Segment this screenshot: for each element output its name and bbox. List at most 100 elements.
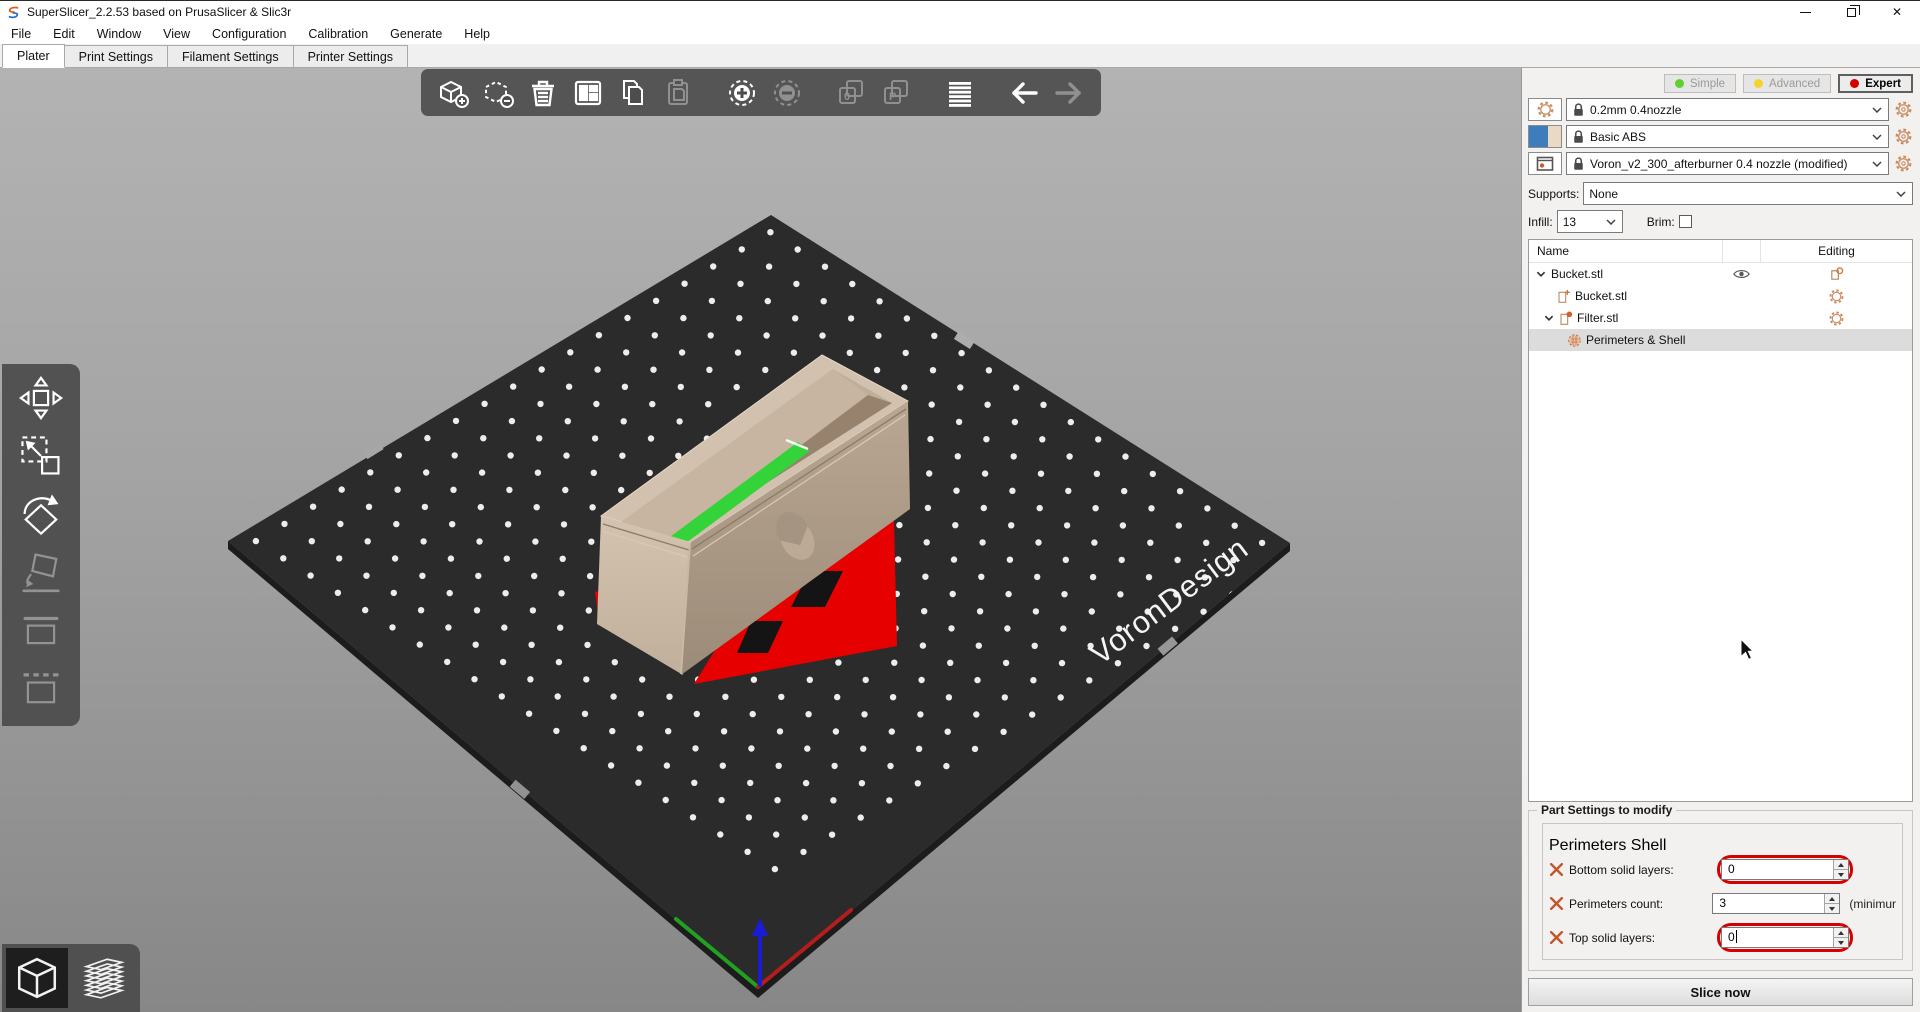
- spin-down-button[interactable]: [1834, 869, 1848, 879]
- remove-object-button[interactable]: [478, 73, 518, 113]
- slice-now-button[interactable]: Slice now: [1528, 978, 1913, 1006]
- collapse-chevron-icon[interactable]: [1535, 268, 1547, 280]
- object-row-bucket[interactable]: Bucket.stl: [1529, 263, 1912, 285]
- perimeters-count-input[interactable]: 3: [1712, 893, 1840, 914]
- delete-all-icon: [532, 82, 554, 105]
- edit-filament-preset-button[interactable]: [1893, 125, 1913, 148]
- move-tool-button[interactable]: [10, 370, 72, 426]
- supports-row: Supports: None: [1528, 182, 1913, 205]
- cut-tool-button[interactable]: [10, 602, 72, 658]
- cut-tool-icon: [24, 617, 59, 643]
- redo-button[interactable]: [1049, 73, 1089, 113]
- infill-select[interactable]: 13: [1557, 210, 1623, 233]
- split-to-objects-button[interactable]: 0: [831, 73, 871, 113]
- superslicer-window: SuperSlicer_2.2.53 based on PrusaSlicer …: [0, 0, 1920, 1012]
- undo-button[interactable]: [1004, 73, 1044, 113]
- split-to-parts-icon: P: [885, 81, 907, 103]
- 3d-view-icon: [19, 959, 55, 997]
- settings-category-row[interactable]: Perimeters & Shell: [1529, 329, 1912, 351]
- restore-button[interactable]: [1828, 1, 1874, 23]
- brim-checkbox[interactable]: [1679, 215, 1692, 228]
- variable-layer-height-icon: [949, 82, 971, 107]
- remove-instance-button[interactable]: [767, 73, 807, 113]
- mode-expert-button[interactable]: Expert: [1838, 74, 1913, 93]
- mode-advanced-button[interactable]: Advanced: [1743, 74, 1831, 93]
- edit-print-preset-button[interactable]: [1893, 98, 1913, 121]
- collapse-chevron-icon[interactable]: [1543, 312, 1555, 324]
- spinner-arrows[interactable]: [1833, 860, 1848, 879]
- print-preset-combobox[interactable]: 0.2mm 0.4nozzle: [1566, 98, 1889, 121]
- remove-instance-icon: [775, 81, 799, 105]
- mode-simple-button[interactable]: Simple: [1664, 74, 1736, 93]
- add-object-button[interactable]: [433, 73, 473, 113]
- tab-print-settings[interactable]: Print Settings: [64, 45, 168, 67]
- rotate-tool-button[interactable]: [10, 486, 72, 542]
- gear-icon[interactable]: [1829, 289, 1844, 304]
- menu-configuration[interactable]: Configuration: [201, 23, 297, 44]
- seam-tool-button[interactable]: [10, 660, 72, 716]
- spinner-arrows[interactable]: [1833, 928, 1848, 947]
- bottom-solid-layers-input[interactable]: 0: [1721, 859, 1849, 880]
- spinner-arrows[interactable]: [1824, 894, 1839, 913]
- menu-view[interactable]: View: [152, 23, 201, 44]
- setting-suffix: (minimur: [1849, 897, 1896, 911]
- delete-all-button[interactable]: [523, 73, 563, 113]
- scale-tool-button[interactable]: [10, 428, 72, 484]
- filament-preset-combobox[interactable]: Basic ABS: [1566, 125, 1889, 148]
- variable-layer-height-button[interactable]: [940, 73, 980, 113]
- add-instance-button[interactable]: [722, 73, 762, 113]
- tab-filament-settings[interactable]: Filament Settings: [167, 45, 294, 67]
- part-row-filter[interactable]: Filter.stl: [1529, 307, 1912, 329]
- 3d-view-button[interactable]: [6, 948, 68, 1008]
- layers-preview-button[interactable]: [72, 948, 134, 1008]
- close-button[interactable]: ✕: [1874, 1, 1920, 23]
- gear-icon[interactable]: [1829, 311, 1844, 326]
- plater-toolbar: 0 P: [421, 69, 1101, 116]
- copy-button[interactable]: [613, 73, 653, 113]
- 3d-viewport[interactable]: VoronDesign: [0, 68, 1521, 1012]
- spin-up-button[interactable]: [1834, 928, 1848, 937]
- menu-file[interactable]: File: [0, 23, 42, 44]
- top-solid-layers-input[interactable]: 0: [1721, 927, 1849, 948]
- minimize-button[interactable]: [1782, 1, 1828, 23]
- supports-value: None: [1589, 187, 1891, 201]
- supports-select[interactable]: None: [1583, 182, 1913, 205]
- menu-generate[interactable]: Generate: [379, 23, 453, 44]
- menu-help[interactable]: Help: [453, 23, 501, 44]
- plater-scene: VoronDesign: [0, 68, 1521, 1012]
- spin-up-button[interactable]: [1825, 894, 1839, 903]
- spin-down-button[interactable]: [1825, 903, 1839, 913]
- perimeters-shell-subgroup: Perimeters Shell Bottom solid layers: 0: [1542, 823, 1903, 960]
- tab-printer-settings[interactable]: Printer Settings: [293, 45, 408, 67]
- edit-printer-preset-button[interactable]: [1893, 152, 1913, 175]
- menu-calibration[interactable]: Calibration: [297, 23, 379, 44]
- eye-icon[interactable]: [1733, 268, 1750, 280]
- remove-setting-icon[interactable]: [1549, 897, 1564, 910]
- tab-plater[interactable]: Plater: [2, 44, 65, 68]
- remove-setting-icon[interactable]: [1549, 931, 1564, 944]
- add-settings-icon[interactable]: [1829, 267, 1844, 282]
- part-row-bucket[interactable]: Bucket.stl: [1529, 285, 1912, 307]
- eye-column-header: [1722, 240, 1760, 262]
- print-preset-row: 0.2mm 0.4nozzle: [1528, 98, 1913, 121]
- menu-edit[interactable]: Edit: [42, 23, 86, 44]
- place-on-face-tool-button[interactable]: [10, 544, 72, 600]
- spin-up-button[interactable]: [1834, 860, 1848, 869]
- name-column-header: Name: [1529, 244, 1722, 258]
- remove-setting-icon[interactable]: [1549, 863, 1564, 876]
- object-list-header: Name Editing: [1529, 240, 1912, 263]
- filament-preset-value: Basic ABS: [1590, 130, 1867, 144]
- arrange-button[interactable]: [568, 73, 608, 113]
- svg-text:P: P: [889, 91, 896, 103]
- paste-button[interactable]: [658, 73, 698, 113]
- printer-preset-combobox[interactable]: Voron_v2_300_afterburner 0.4 nozzle (mod…: [1566, 152, 1889, 175]
- redo-icon: [1057, 84, 1079, 102]
- gear-icon: [1895, 101, 1912, 118]
- settings-category-icon: [1567, 333, 1582, 348]
- part-name: Bucket.stl: [1575, 289, 1627, 303]
- setting-label: Bottom solid layers:: [1569, 863, 1717, 877]
- spin-down-button[interactable]: [1834, 937, 1848, 947]
- filament-color-swatch: [1528, 125, 1562, 148]
- split-to-parts-button[interactable]: P: [876, 73, 916, 113]
- menu-window[interactable]: Window: [86, 23, 152, 44]
